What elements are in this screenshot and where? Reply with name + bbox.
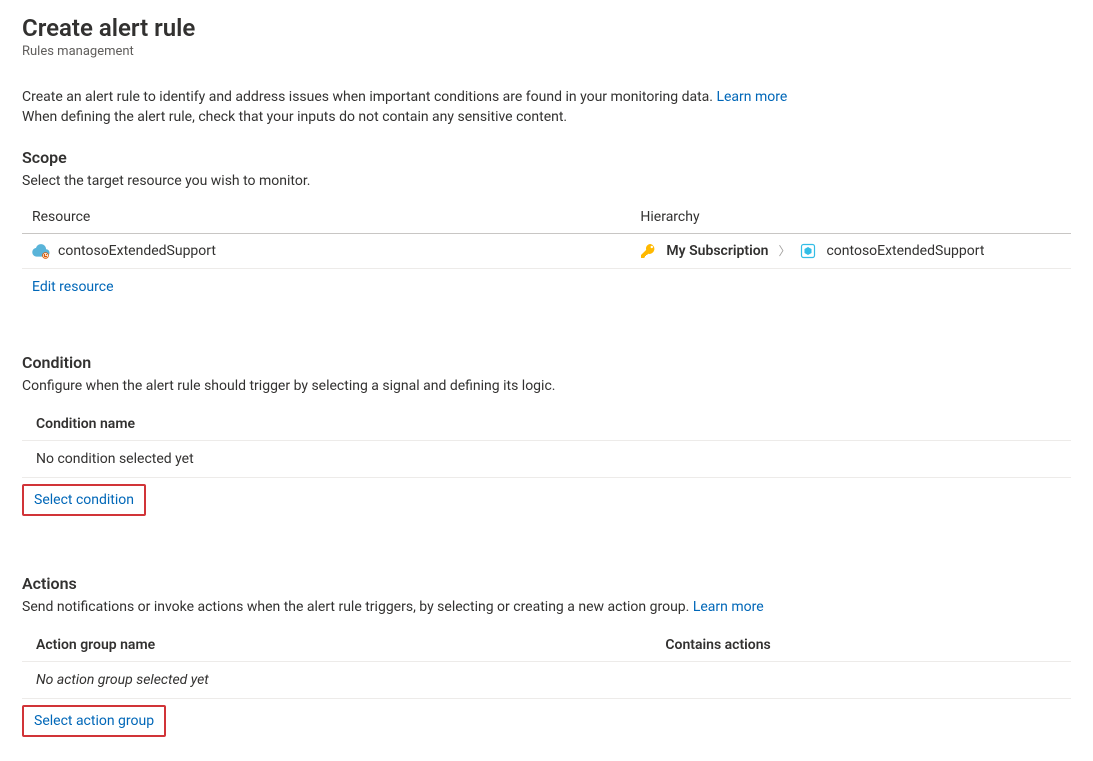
edit-resource-link[interactable]: Edit resource bbox=[32, 279, 114, 295]
scope-resource-name: contosoExtendedSupport bbox=[58, 243, 216, 259]
condition-row: No condition selected yet bbox=[22, 440, 1071, 477]
condition-table: Condition name No condition selected yet bbox=[22, 408, 1071, 478]
intro-text: Create an alert rule to identify and add… bbox=[22, 87, 1071, 128]
select-action-group-button[interactable]: Select action group bbox=[22, 705, 166, 737]
actions-desc-text: Send notifications or invoke actions whe… bbox=[22, 599, 693, 615]
page-title: Create alert rule bbox=[22, 14, 1071, 42]
condition-empty-text: No condition selected yet bbox=[22, 440, 1071, 477]
condition-heading: Condition bbox=[22, 353, 1071, 372]
scope-row: contosoExtendedSupport My Subscription 〉 bbox=[22, 233, 1071, 268]
actions-heading: Actions bbox=[22, 574, 1071, 593]
chevron-right-icon: 〉 bbox=[778, 242, 790, 259]
condition-col-name: Condition name bbox=[22, 408, 1071, 441]
resource-group-icon bbox=[800, 243, 816, 259]
actions-col-contains: Contains actions bbox=[651, 629, 1071, 662]
actions-empty-text: No action group selected yet bbox=[22, 661, 1071, 698]
condition-description: Configure when the alert rule should tri… bbox=[22, 378, 1071, 394]
actions-table: Action group name Contains actions No ac… bbox=[22, 629, 1071, 699]
select-condition-button[interactable]: Select condition bbox=[22, 484, 146, 516]
actions-learn-more-link[interactable]: Learn more bbox=[693, 599, 764, 615]
scope-table: Resource Hierarchy bbox=[22, 203, 1071, 269]
scope-resource-group-name: contosoExtendedSupport bbox=[826, 243, 984, 259]
intro-line1: Create an alert rule to identify and add… bbox=[22, 89, 716, 105]
scope-heading: Scope bbox=[22, 148, 1071, 167]
cloud-service-icon bbox=[32, 242, 50, 260]
scope-description: Select the target resource you wish to m… bbox=[22, 173, 1071, 189]
select-condition-label: Select condition bbox=[34, 492, 134, 508]
scope-col-hierarchy: Hierarchy bbox=[630, 203, 1071, 234]
intro-line2: When defining the alert rule, check that… bbox=[22, 109, 567, 125]
select-action-group-label: Select action group bbox=[34, 713, 154, 729]
actions-col-name: Action group name bbox=[22, 629, 651, 662]
key-icon bbox=[640, 243, 656, 259]
scope-col-resource: Resource bbox=[22, 203, 630, 234]
intro-learn-more-link[interactable]: Learn more bbox=[716, 89, 787, 105]
scope-subscription-name: My Subscription bbox=[666, 243, 768, 259]
page-subtitle: Rules management bbox=[22, 44, 1071, 59]
actions-row: No action group selected yet bbox=[22, 661, 1071, 698]
actions-description: Send notifications or invoke actions whe… bbox=[22, 599, 1071, 615]
